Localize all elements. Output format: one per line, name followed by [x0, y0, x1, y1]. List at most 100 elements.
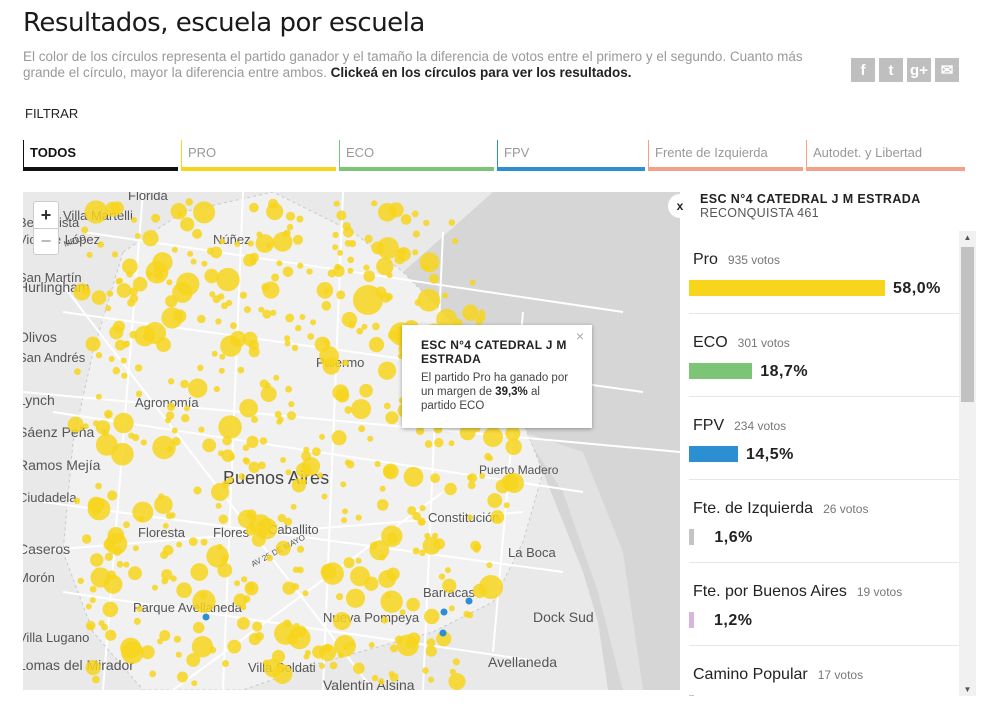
school-marker[interactable]	[378, 570, 397, 588]
school-marker[interactable]	[162, 544, 174, 556]
school-marker[interactable]	[383, 465, 396, 478]
school-marker[interactable]	[161, 577, 169, 585]
school-marker[interactable]	[102, 601, 119, 618]
school-marker[interactable]	[293, 623, 301, 630]
school-marker[interactable]	[295, 324, 302, 332]
school-marker[interactable]	[135, 390, 143, 397]
school-marker[interactable]	[213, 386, 220, 393]
school-marker[interactable]	[198, 426, 205, 433]
school-marker[interactable]	[123, 521, 130, 529]
school-marker[interactable]	[444, 567, 451, 574]
school-marker[interactable]	[266, 202, 284, 221]
school-marker[interactable]	[358, 425, 366, 433]
school-marker[interactable]	[273, 374, 280, 381]
school-marker[interactable]	[171, 246, 178, 253]
school-marker[interactable]	[162, 522, 169, 529]
school-marker[interactable]	[310, 319, 317, 326]
school-marker[interactable]	[385, 293, 393, 301]
school-marker[interactable]	[389, 673, 399, 682]
school-marker[interactable]	[412, 511, 421, 521]
school-marker[interactable]	[82, 423, 89, 430]
school-marker[interactable]	[248, 346, 260, 358]
school-marker[interactable]	[400, 214, 412, 225]
school-marker[interactable]	[304, 649, 311, 656]
school-marker[interactable]	[159, 630, 171, 641]
school-marker[interactable]	[342, 359, 349, 367]
school-marker[interactable]	[126, 270, 133, 278]
school-marker[interactable]	[222, 660, 229, 667]
school-marker[interactable]	[353, 285, 383, 315]
school-marker[interactable]	[227, 476, 234, 484]
school-marker[interactable]	[258, 521, 265, 528]
school-marker[interactable]	[123, 340, 130, 348]
school-marker[interactable]	[91, 290, 107, 305]
school-marker[interactable]	[185, 198, 193, 206]
school-marker[interactable]	[245, 582, 255, 592]
school-marker[interactable]	[202, 438, 217, 453]
school-marker[interactable]	[81, 534, 92, 544]
school-marker[interactable]	[432, 532, 439, 539]
school-marker[interactable]	[111, 251, 119, 258]
school-marker[interactable]	[193, 201, 216, 224]
school-marker[interactable]	[345, 588, 366, 608]
school-marker[interactable]	[337, 249, 344, 256]
school-marker[interactable]	[291, 344, 299, 352]
school-marker[interactable]	[272, 232, 293, 252]
school-marker[interactable]	[355, 514, 362, 521]
school-marker[interactable]	[284, 340, 291, 347]
school-marker[interactable]	[238, 473, 246, 480]
facebook-icon[interactable]: f	[851, 58, 875, 82]
school-marker[interactable]	[351, 399, 372, 419]
school-marker[interactable]	[106, 570, 116, 580]
school-marker[interactable]	[505, 438, 522, 455]
school-marker[interactable]	[423, 219, 430, 227]
school-marker[interactable]	[363, 264, 370, 271]
school-marker[interactable]	[241, 576, 248, 583]
mail-icon[interactable]: ✉	[935, 58, 959, 82]
school-marker[interactable]	[95, 393, 102, 400]
tab-fpv[interactable]: FPV	[497, 140, 645, 171]
school-marker[interactable]	[374, 460, 381, 468]
school-marker[interactable]	[262, 281, 280, 299]
school-marker[interactable]	[329, 661, 338, 670]
school-marker[interactable]	[333, 200, 340, 207]
school-marker[interactable]	[371, 200, 378, 207]
school-marker[interactable]	[89, 585, 97, 593]
school-marker[interactable]	[425, 645, 437, 657]
school-marker[interactable]	[217, 562, 233, 578]
school-marker[interactable]	[237, 617, 250, 630]
school-marker[interactable]	[149, 670, 157, 678]
school-marker[interactable]	[134, 364, 143, 372]
school-marker[interactable]	[132, 501, 154, 523]
school-marker[interactable]	[151, 213, 161, 223]
school-marker[interactable]	[434, 438, 444, 448]
school-marker[interactable]	[209, 646, 217, 654]
school-marker[interactable]	[226, 299, 233, 307]
school-marker[interactable]	[252, 621, 263, 632]
school-marker[interactable]	[419, 252, 440, 273]
school-marker[interactable]	[417, 288, 441, 312]
school-marker[interactable]	[136, 605, 143, 613]
results-map[interactable]: FloridaVilla MartelliNúñezVicente LópezH…	[23, 192, 680, 690]
school-marker[interactable]	[166, 279, 173, 286]
school-marker[interactable]	[239, 291, 247, 299]
school-marker[interactable]	[371, 674, 379, 682]
school-marker[interactable]	[166, 445, 173, 453]
school-marker[interactable]	[190, 258, 197, 265]
school-marker[interactable]	[134, 233, 141, 239]
school-marker[interactable]	[462, 304, 479, 321]
school-marker[interactable]	[344, 239, 352, 247]
school-marker[interactable]	[272, 664, 293, 684]
school-marker[interactable]	[230, 330, 247, 348]
school-marker[interactable]	[201, 260, 208, 267]
school-marker[interactable]	[158, 493, 165, 500]
school-marker[interactable]	[323, 339, 330, 346]
school-marker[interactable]	[448, 673, 466, 690]
school-marker[interactable]	[256, 231, 263, 238]
school-marker[interactable]	[347, 267, 354, 274]
school-marker[interactable]	[319, 662, 326, 669]
school-marker[interactable]	[341, 517, 347, 524]
school-marker[interactable]	[132, 545, 139, 552]
school-marker[interactable]	[104, 552, 113, 561]
school-marker[interactable]	[161, 307, 183, 329]
